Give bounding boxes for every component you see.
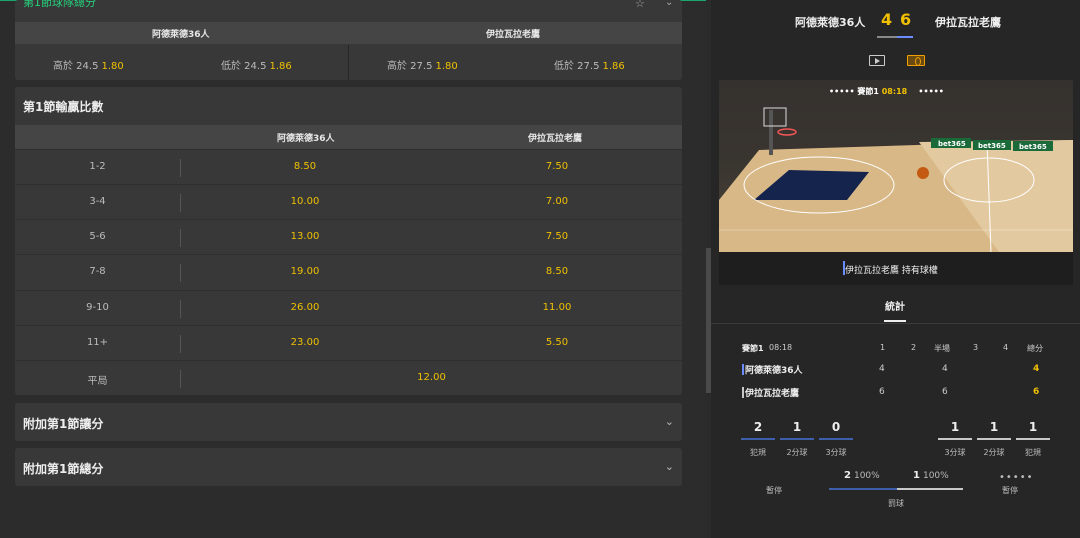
home-odds[interactable]: 13.00	[215, 231, 395, 242]
home-odds[interactable]: 23.00	[215, 337, 395, 348]
home-odds[interactable]: 19.00	[215, 266, 395, 277]
court-visualization: bet365 bet365 bet365 ••••• 賽節1 08:18 •••…	[719, 80, 1073, 285]
table-row: 1-2 8.50 7.50	[15, 149, 682, 184]
home-team-header: 阿德萊德36人	[277, 134, 335, 144]
stats-away-team: 伊拉瓦拉老鷹	[745, 389, 800, 399]
odds-cell[interactable]: 高於 24.5 1.80	[53, 57, 124, 72]
home-odds[interactable]: 26.00	[215, 302, 395, 313]
possession-text: 伊拉瓦拉老鷹 持有球權	[845, 266, 938, 276]
away-2pt: 1	[989, 420, 999, 434]
away-odds[interactable]: 7.00	[467, 196, 647, 207]
ad-board: bet365	[1019, 143, 1047, 151]
extra-quarter-spread-card[interactable]: 附加第1節讓分 ⌄	[15, 403, 682, 441]
table-row: 3-4 10.00 7.00	[15, 184, 682, 219]
home-team-name: 阿德萊德36人	[795, 16, 866, 29]
possession-bar: 伊拉瓦拉老鷹 持有球權	[719, 252, 1073, 285]
chevron-down-icon[interactable]: ⌄	[665, 460, 674, 473]
odds-cell[interactable]: 低於 24.5 1.86	[221, 57, 292, 72]
ad-board: bet365	[938, 140, 966, 148]
card-title[interactable]: 第1節球隊總分	[23, 0, 96, 10]
away-odds[interactable]: 5.50	[467, 337, 647, 348]
markets-panel: 第1節球隊總分 ☆ ⌄ 阿德萊德36人 伊拉瓦拉老鷹 高於 24.5 1.80 低…	[0, 0, 706, 538]
quarter-winning-margin-card: 第1節輸贏比數 阿德萊德36人 伊拉瓦拉老鷹 1-2 8.50 7.50 3-4…	[15, 87, 682, 395]
home-timeouts-label: 暫停	[766, 486, 782, 495]
ad-board: bet365	[978, 142, 1006, 150]
stats-clock: 08:18	[769, 343, 793, 352]
home-team-header: 阿德萊德36人	[152, 30, 210, 40]
home-score: 4	[881, 10, 893, 29]
tab-stats[interactable]: 統計	[885, 298, 905, 313]
quarter-team-totals-card: 第1節球隊總分 ☆ ⌄ 阿德萊德36人 伊拉瓦拉老鷹 高於 24.5 1.80 低…	[15, 0, 682, 80]
totals-header: 阿德萊德36人 伊拉瓦拉老鷹	[15, 22, 682, 44]
home-odds[interactable]: 10.00	[215, 196, 395, 207]
home-2pt: 1	[792, 420, 802, 434]
home-odds[interactable]: 8.50	[215, 161, 395, 172]
away-team-header: 伊拉瓦拉老鷹	[528, 134, 583, 144]
away-team-header: 伊拉瓦拉老鷹	[486, 30, 541, 40]
star-icon[interactable]: ☆	[635, 0, 645, 10]
away-3pt: 1	[950, 420, 960, 434]
chevron-down-icon[interactable]: ⌄	[665, 415, 674, 428]
home-fouls: 2	[753, 420, 763, 434]
table-row: 5-6 13.00 7.50	[15, 219, 682, 254]
away-odds[interactable]: 8.50	[467, 266, 647, 277]
court-timer: ••••• 賽節1 08:18 •••••	[829, 87, 944, 96]
away-timeouts-label: 暫停	[1002, 486, 1018, 495]
extra-quarter-total-card[interactable]: 附加第1節總分 ⌄	[15, 448, 682, 486]
video-icon[interactable]	[869, 55, 885, 66]
away-score: 6	[900, 10, 912, 29]
away-ft-bar	[897, 488, 963, 490]
stats-quarter: 賽節1	[742, 344, 764, 353]
margin-header: 阿德萊德36人 伊拉瓦拉老鷹	[15, 125, 682, 149]
away-timeouts: •••••	[999, 472, 1034, 483]
away-team-name: 伊拉瓦拉老鷹	[935, 16, 1001, 29]
home-ft-bar	[829, 488, 897, 490]
divider	[348, 45, 349, 80]
chevron-down-icon[interactable]: ⌄	[665, 0, 673, 8]
draw-odds[interactable]: 12.00	[181, 372, 682, 383]
odds-cell[interactable]: 低於 27.5 1.86	[554, 57, 625, 72]
table-row: 11+ 23.00 5.50	[15, 325, 682, 360]
away-free-throws: 1 100%	[913, 470, 949, 481]
table-row: 7-8 19.00 8.50	[15, 254, 682, 289]
court-graphic: bet365 bet365 bet365	[719, 80, 1073, 253]
home-free-throws: 2 100%	[844, 470, 880, 481]
totals-row: 高於 24.5 1.80 低於 24.5 1.86 高於 27.5 1.80 低於 2…	[15, 45, 682, 80]
odds-cell[interactable]: 高於 27.5 1.80	[387, 57, 458, 72]
away-odds[interactable]: 11.00	[467, 302, 647, 313]
card-title[interactable]: 第1節輸贏比數	[23, 98, 103, 115]
court-view-icon[interactable]	[907, 55, 925, 66]
away-odds[interactable]: 7.50	[467, 231, 647, 242]
home-3pt: 0	[831, 420, 841, 434]
live-match-panel: 阿德萊德36人 4 6 伊拉瓦拉老鷹 bet365 bet365 bet365 …	[711, 0, 1080, 538]
away-odds[interactable]: 7.50	[467, 161, 647, 172]
away-fouls: 1	[1028, 420, 1038, 434]
draw-row: 平局 12.00	[15, 360, 682, 395]
stats-home-team: 阿德萊德36人	[745, 366, 803, 376]
table-row: 9-10 26.00 11.00	[15, 290, 682, 325]
free-throws-label: 罰球	[888, 499, 904, 508]
